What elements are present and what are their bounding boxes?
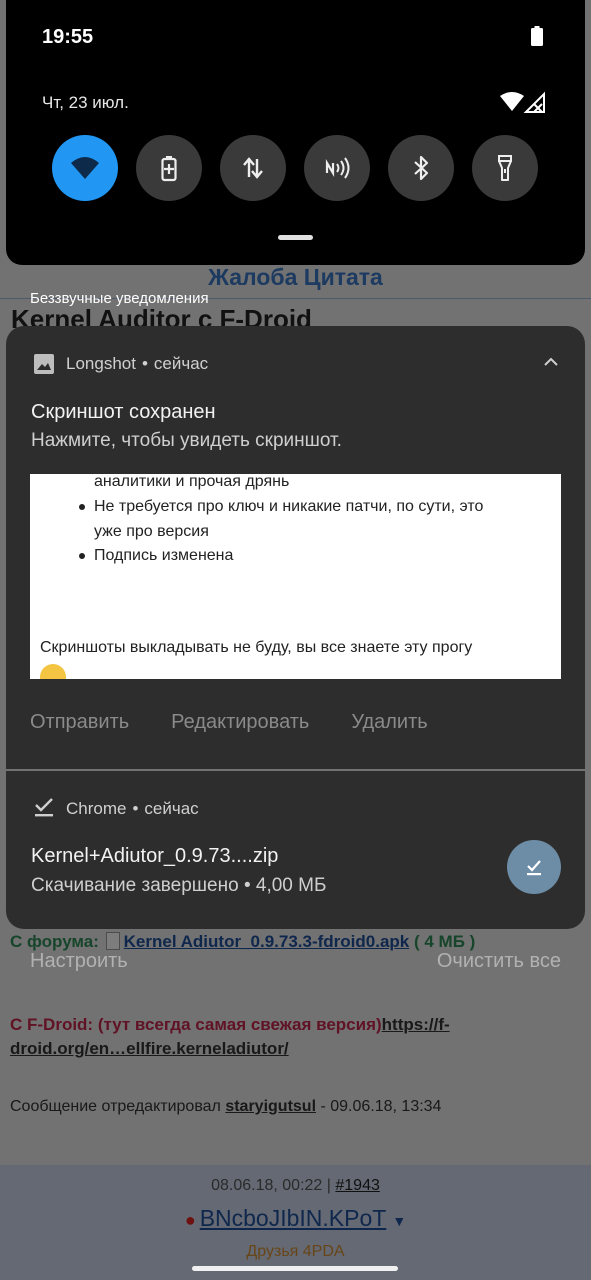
- wifi-icon: [500, 91, 545, 113]
- preview-line: уже про версия: [94, 523, 209, 540]
- flashlight-icon: [498, 155, 512, 181]
- tile-mobile-data[interactable]: [220, 135, 286, 201]
- image-icon: [34, 354, 54, 374]
- send-button[interactable]: Отправить: [30, 711, 129, 734]
- battery-full-icon: [531, 26, 543, 46]
- notification-time: сейчас: [144, 799, 199, 818]
- tile-bluetooth[interactable]: [388, 135, 454, 201]
- chevron-up-icon[interactable]: [543, 356, 559, 368]
- download-done-icon: [35, 798, 53, 817]
- preview-line: аналитики и прочая дрянь: [94, 474, 290, 490]
- tile-flashlight[interactable]: [472, 135, 538, 201]
- shade-footer: Настроить Очистить все: [30, 950, 561, 973]
- preview-line: Подпись изменена: [94, 547, 234, 564]
- silent-notifications-header: Беззвучные уведомления: [30, 290, 209, 307]
- tile-battery-saver[interactable]: [136, 135, 202, 201]
- shade-drag-handle[interactable]: [278, 235, 313, 240]
- clear-all-button[interactable]: Очистить все: [437, 950, 561, 973]
- data-transfer-icon: [243, 157, 263, 179]
- emoji-icon: [40, 664, 66, 679]
- download-done-icon: [527, 860, 541, 876]
- delete-button[interactable]: Удалить: [351, 711, 427, 734]
- battery-saver-icon: [161, 156, 177, 182]
- notification-app-line: Longshot • сейчас: [66, 354, 209, 373]
- preview-paragraph: Скриншоты выкладывать не буду, вы все зн…: [40, 639, 473, 656]
- shade-date: Чт, 23 июл.: [42, 93, 129, 112]
- notification-actions: Отправить Редактировать Удалить: [30, 711, 428, 734]
- screenshot-preview[interactable]: аналитики и прочая дрянь Не требуется пр…: [30, 474, 561, 679]
- notification-title: Скриншот сохранен: [31, 401, 216, 423]
- app-name: Chrome: [66, 799, 127, 818]
- gesture-nav-bar[interactable]: [192, 1266, 398, 1271]
- nfc-icon: [325, 157, 350, 179]
- tile-nfc[interactable]: [304, 135, 370, 201]
- bluetooth-icon: [414, 155, 429, 181]
- bullet-icon: [79, 504, 85, 510]
- notification-title: Kernel+Adiutor_0.9.73....zip: [31, 845, 279, 867]
- notification-text: Скачивание завершено • 4,00 МБ: [31, 875, 327, 896]
- open-download-button[interactable]: [507, 840, 561, 894]
- notification-longshot[interactable]: Longshot • сейчас Скриншот сохранен Нажмит…: [6, 326, 585, 769]
- notification-app-line: Chrome • сейчас: [66, 799, 199, 818]
- tile-wifi[interactable]: [52, 135, 118, 201]
- notification-text: Нажмите, чтобы увидеть скриншот.: [31, 430, 342, 451]
- wifi-icon: [71, 157, 99, 179]
- settings-button[interactable]: Настроить: [30, 950, 128, 973]
- notification-chrome[interactable]: Chrome • сейчас Kernel+Adiutor_0.9.73....z…: [6, 771, 585, 929]
- quick-tiles: [52, 135, 538, 201]
- app-name: Longshot: [66, 354, 136, 373]
- status-time: 19:55: [42, 26, 94, 48]
- bullet-icon: [79, 553, 85, 559]
- preview-line: Не требуется про ключ и никакие патчи, п…: [94, 498, 484, 515]
- edit-button[interactable]: Редактировать: [171, 711, 309, 734]
- notification-time: сейчас: [153, 354, 209, 373]
